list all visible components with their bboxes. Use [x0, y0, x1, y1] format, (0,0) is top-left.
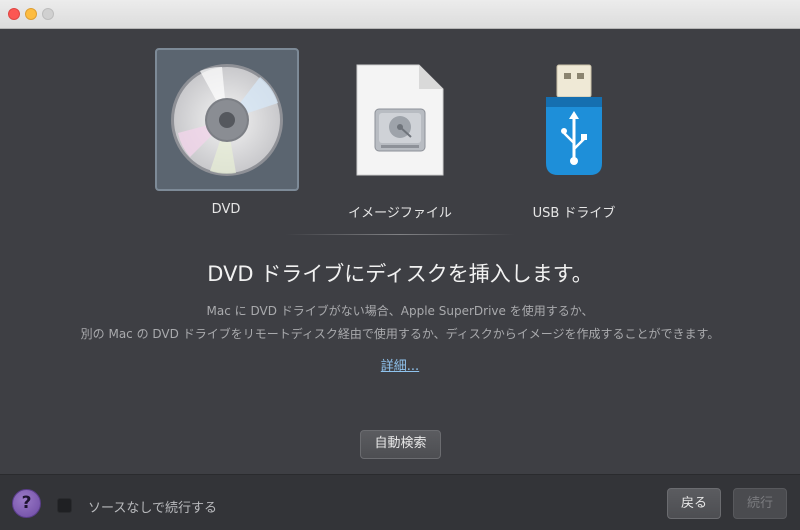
details-link[interactable]: 詳細... — [381, 359, 419, 374]
image-file-icon — [356, 64, 444, 175]
dvd-disc-icon — [171, 63, 283, 176]
instruction-headline: DVD ドライブにディスクを挿入します。 — [207, 262, 593, 286]
back-button[interactable]: 戻る — [667, 488, 721, 519]
source-option-usb[interactable] — [502, 48, 646, 191]
title-bar — [0, 0, 800, 29]
description-line-1: Mac に DVD ドライブがない場合、Apple SuperDrive を使用… — [206, 304, 594, 318]
installer-window: DVD イメージファイル USB ドライブ DVD ドライブにディスクを挿入しま… — [0, 0, 800, 530]
source-label-dvd: DVD — [211, 202, 241, 217]
continue-button[interactable]: 続行 — [733, 488, 787, 519]
continue-without-source-checkbox[interactable] — [57, 498, 72, 513]
help-button[interactable]: ? — [12, 489, 41, 518]
auto-search-button[interactable]: 自動検索 — [360, 430, 441, 459]
divider — [285, 234, 515, 235]
details-link-row: 詳細... — [0, 355, 800, 374]
close-window-button[interactable] — [8, 8, 20, 20]
source-option-image-file[interactable] — [328, 48, 472, 191]
source-label-image-file: イメージファイル — [348, 206, 452, 221]
zoom-window-button[interactable] — [42, 8, 54, 20]
minimize-window-button[interactable] — [25, 8, 37, 20]
continue-without-source-label[interactable]: ソースなしで続行する — [88, 497, 217, 516]
source-option-dvd[interactable] — [155, 48, 299, 191]
source-label-usb: USB ドライブ — [532, 206, 616, 221]
description-line-2: 別の Mac の DVD ドライブをリモートディスク経由で使用するか、ディスクか… — [80, 327, 720, 341]
usb-drive-icon — [546, 64, 602, 175]
